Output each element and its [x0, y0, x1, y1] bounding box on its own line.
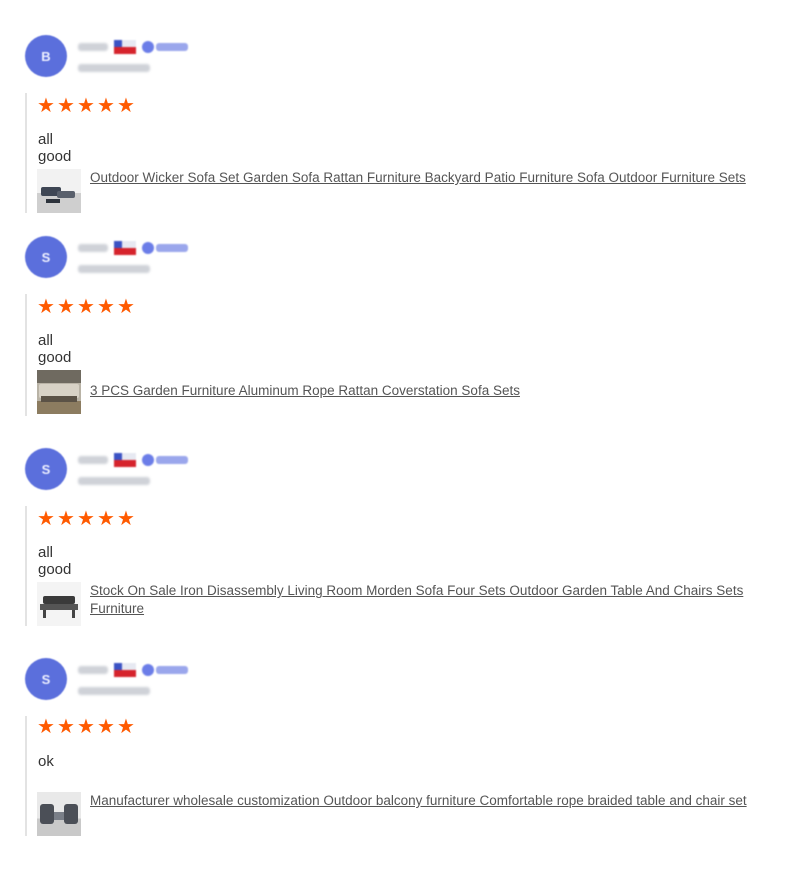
- verified-badge-icon: [142, 242, 188, 254]
- product-thumbnail[interactable]: [37, 582, 81, 626]
- review-text: ok: [38, 753, 54, 770]
- review-body: ★ ★ ★ ★ ★ ok Manufacturer wholesale cust…: [25, 716, 747, 836]
- product-title-link[interactable]: Stock On Sale Iron Disassembly Living Ro…: [90, 582, 790, 618]
- review-date: [78, 686, 150, 696]
- review-date: [78, 63, 150, 73]
- review-body: ★ ★ ★ ★ ★ all good 3 PCS Garden Furnitur…: [25, 294, 520, 416]
- star-rating: ★ ★ ★ ★ ★: [37, 95, 136, 117]
- star-icon: ★: [117, 716, 135, 738]
- product-title-link[interactable]: 3 PCS Garden Furniture Aluminum Rope Rat…: [90, 370, 790, 400]
- product-link[interactable]: 3 PCS Garden Furniture Aluminum Rope Rat…: [37, 370, 790, 414]
- star-icon: ★: [77, 296, 95, 318]
- avatar[interactable]: S: [25, 658, 67, 700]
- star-rating: ★ ★ ★ ★ ★: [37, 508, 136, 530]
- product-link[interactable]: Stock On Sale Iron Disassembly Living Ro…: [37, 582, 790, 626]
- star-rating: ★ ★ ★ ★ ★: [37, 716, 136, 738]
- product-thumbnail[interactable]: [37, 169, 81, 213]
- star-icon: ★: [97, 716, 115, 738]
- review-date: [78, 264, 150, 274]
- reviewer-info: [78, 40, 188, 54]
- reviewer-name: [78, 244, 108, 252]
- star-icon: ★: [37, 296, 55, 318]
- star-icon: ★: [57, 508, 75, 530]
- verified-badge-icon: [142, 454, 188, 466]
- star-icon: ★: [97, 508, 115, 530]
- flag-icon: [114, 663, 136, 677]
- product-title-link[interactable]: Manufacturer wholesale customization Out…: [90, 792, 790, 810]
- avatar[interactable]: B: [25, 35, 67, 77]
- reviewer-info: [78, 453, 188, 467]
- review-date: [78, 476, 150, 486]
- star-icon: ★: [97, 296, 115, 318]
- star-icon: ★: [117, 508, 135, 530]
- avatar[interactable]: S: [25, 448, 67, 490]
- star-icon: ★: [77, 716, 95, 738]
- product-title-link[interactable]: Outdoor Wicker Sofa Set Garden Sofa Ratt…: [90, 169, 790, 187]
- star-icon: ★: [77, 508, 95, 530]
- flag-icon: [114, 40, 136, 54]
- reviewer-info: [78, 241, 188, 255]
- star-icon: ★: [57, 716, 75, 738]
- avatar[interactable]: S: [25, 236, 67, 278]
- review-body: ★ ★ ★ ★ ★ all good Stock On Sale Iron Di…: [25, 506, 743, 626]
- review-text: all good: [38, 332, 72, 366]
- review-text: all good: [38, 544, 72, 578]
- review-text: all good: [38, 131, 72, 165]
- star-icon: ★: [37, 716, 55, 738]
- reviewer-info: [78, 663, 188, 677]
- star-icon: ★: [57, 296, 75, 318]
- star-rating: ★ ★ ★ ★ ★: [37, 296, 136, 318]
- product-link[interactable]: Manufacturer wholesale customization Out…: [37, 792, 790, 836]
- star-icon: ★: [117, 95, 135, 117]
- verified-badge-icon: [142, 41, 188, 53]
- reviewer-name: [78, 456, 108, 464]
- flag-icon: [114, 453, 136, 467]
- star-icon: ★: [37, 95, 55, 117]
- review-body: ★ ★ ★ ★ ★ all good Outdoor Wicker Sofa S…: [25, 93, 746, 213]
- reviewer-name: [78, 666, 108, 674]
- flag-icon: [114, 241, 136, 255]
- star-icon: ★: [37, 508, 55, 530]
- reviewer-name: [78, 43, 108, 51]
- verified-badge-icon: [142, 664, 188, 676]
- star-icon: ★: [77, 95, 95, 117]
- product-thumbnail[interactable]: [37, 792, 81, 836]
- product-link[interactable]: Outdoor Wicker Sofa Set Garden Sofa Ratt…: [37, 169, 790, 213]
- star-icon: ★: [117, 296, 135, 318]
- star-icon: ★: [97, 95, 115, 117]
- product-thumbnail[interactable]: [37, 370, 81, 414]
- star-icon: ★: [57, 95, 75, 117]
